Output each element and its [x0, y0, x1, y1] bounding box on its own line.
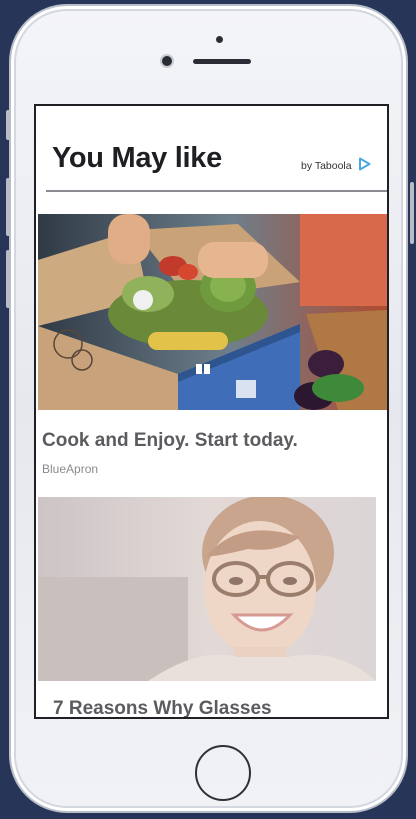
smiling-woman-glasses-photo[interactable]	[38, 497, 376, 681]
card-source[interactable]: BlueApron	[42, 462, 98, 476]
front-camera	[162, 56, 172, 66]
power-button	[410, 182, 414, 244]
phone-screen: You May like by Taboola Cook and Enjoy. …	[34, 104, 389, 719]
volume-down-button	[6, 250, 10, 308]
earpiece-speaker	[193, 59, 251, 64]
proximity-sensor	[216, 36, 223, 43]
mute-switch	[6, 110, 10, 140]
widget-header: You May like by Taboola	[36, 106, 387, 192]
card-title[interactable]: Cook and Enjoy. Start today.	[42, 430, 298, 452]
taboola-attribution[interactable]: by Taboola	[301, 157, 371, 174]
taboola-play-icon	[358, 157, 371, 174]
header-divider	[46, 190, 387, 192]
volume-up-button	[6, 178, 10, 236]
card-title[interactable]: 7 Reasons Why Glasses	[53, 698, 272, 717]
home-button-icon[interactable]	[195, 745, 251, 801]
widget-title: You May like	[52, 142, 222, 174]
taboola-label: by Taboola	[301, 159, 352, 172]
meal-kit-box-photo[interactable]	[38, 214, 387, 410]
